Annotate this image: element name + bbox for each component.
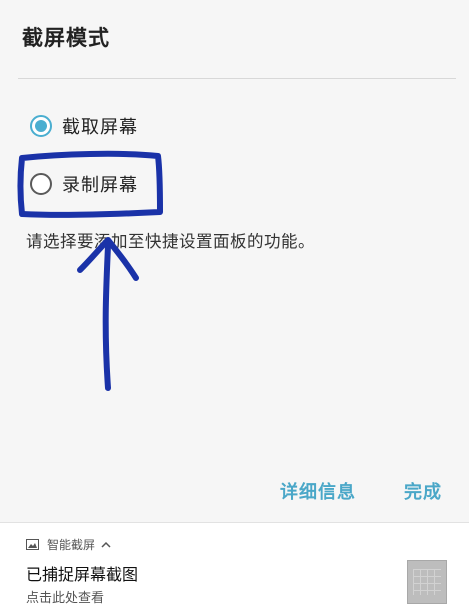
dialog-description: 请选择要添加至快捷设置面板的功能。	[26, 232, 315, 251]
radio-unchecked-icon[interactable]	[30, 173, 52, 195]
dialog-title: 截屏模式	[22, 26, 110, 50]
notification-subtitle: 点击此处查看	[26, 591, 105, 606]
screenshot-notification[interactable]: 智能截屏 已捕捉屏幕截图 点击此处查看	[0, 522, 469, 611]
title-divider	[18, 78, 456, 79]
notification-header: 智能截屏	[26, 536, 111, 553]
option-record-screen-label: 录制屏幕	[62, 175, 138, 196]
option-capture-screen[interactable]: 截取屏幕	[30, 111, 138, 141]
chevron-up-icon[interactable]	[101, 541, 111, 549]
option-capture-screen-label: 截取屏幕	[62, 117, 138, 138]
image-icon	[26, 539, 39, 550]
notification-app-name: 智能截屏	[47, 538, 96, 552]
notification-title: 已捕捉屏幕截图	[26, 565, 139, 584]
option-record-screen[interactable]: 录制屏幕	[30, 169, 138, 199]
done-button[interactable]: 完成	[404, 478, 442, 504]
screenshot-thumbnail[interactable]	[407, 560, 447, 604]
screenshot-mode-dialog: 截屏模式 截取屏幕 录制屏幕 请选择要添加至快捷设置面板的功能。 详细信息 完成	[0, 0, 469, 522]
details-button[interactable]: 详细信息	[280, 478, 356, 504]
radio-checked-icon[interactable]	[30, 115, 52, 137]
